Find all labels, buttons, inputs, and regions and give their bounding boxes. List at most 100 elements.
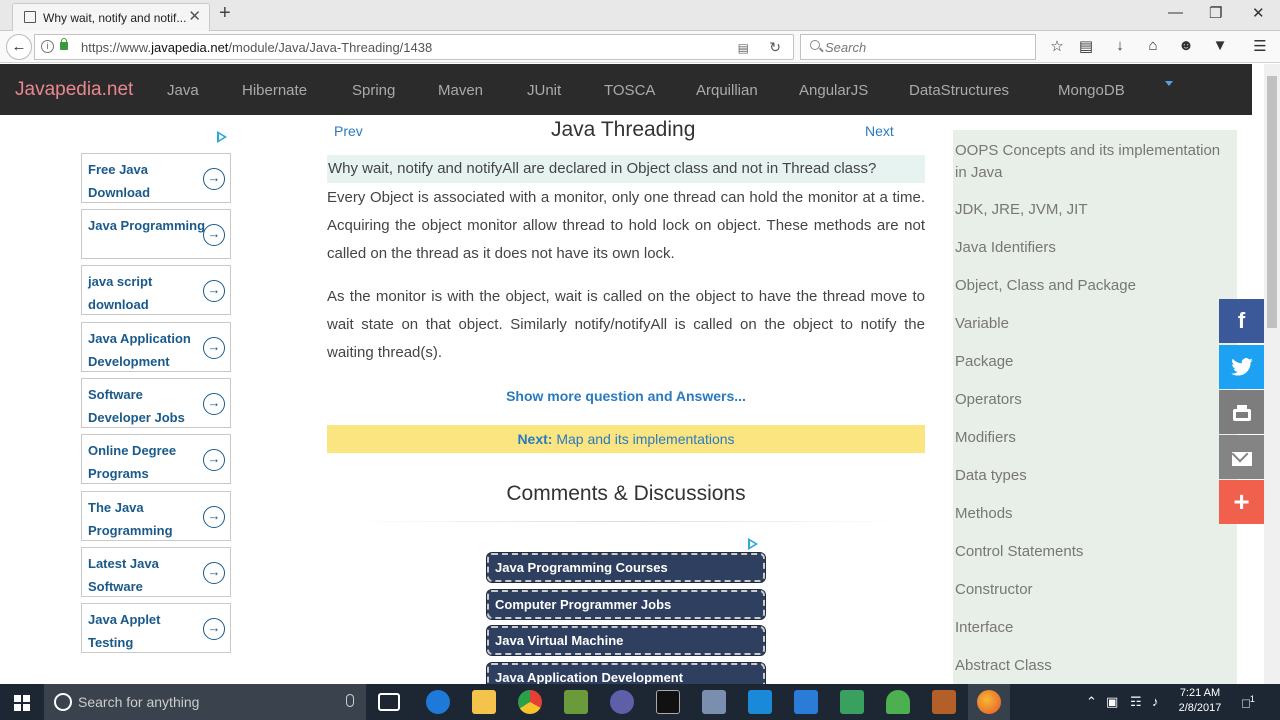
back-button[interactable]: ← [6, 34, 32, 60]
nav-java[interactable]: Java [167, 82, 199, 99]
url-bar[interactable]: i https://www.javapedia.net/module/Java/… [34, 34, 794, 60]
adchoices-icon[interactable] [217, 131, 227, 143]
power-icon[interactable]: ▣ [1106, 694, 1118, 710]
site-logo[interactable]: Javapedia.net [15, 79, 133, 101]
facebook-share-button[interactable]: f [1219, 299, 1264, 343]
chrome-icon[interactable] [518, 690, 542, 714]
eclipse-icon[interactable] [610, 690, 634, 714]
star-icon[interactable]: ☆ [1047, 37, 1067, 55]
message-app-icon[interactable] [748, 690, 772, 714]
ad-button[interactable]: Java Programming Courses [487, 553, 765, 582]
home-icon[interactable]: ⌂ [1143, 37, 1163, 54]
android-studio-icon[interactable] [886, 690, 910, 714]
next-topic-banner[interactable]: Next: Map and its implementations [327, 425, 925, 453]
more-share-button[interactable]: + [1219, 480, 1264, 524]
ad-link[interactable]: Free Java Download → [81, 153, 231, 203]
taskbar-search-placeholder: Search for anything [78, 694, 200, 710]
new-tab-button[interactable]: + [219, 2, 231, 25]
page-scrollbar[interactable] [1264, 64, 1280, 684]
ad-link[interactable]: Online Degree Programs → [81, 434, 231, 484]
ad-link[interactable]: Java Application Development → [81, 322, 231, 372]
taskbar-search[interactable]: Search for anything [44, 684, 366, 720]
pocket-icon[interactable]: ▼ [1210, 37, 1230, 54]
scrollbar-thumb[interactable] [1267, 76, 1277, 328]
sidebar-item[interactable]: Control Statements [955, 541, 1225, 563]
ad-link-text: Java Application Development [88, 331, 191, 369]
ad-button[interactable]: Computer Programmer Jobs [487, 590, 765, 619]
ad-link[interactable]: Java Applet Testing → [81, 603, 231, 653]
print-button[interactable] [1219, 390, 1264, 434]
ad-link-text: Latest Java Software [88, 556, 159, 594]
nav-tosca[interactable]: TOSCA [604, 82, 655, 99]
sidebar-item[interactable]: Constructor [955, 579, 1225, 601]
reader-view-icon[interactable]: ▤ [738, 41, 749, 55]
sidebar-item[interactable]: Interface [955, 617, 1225, 639]
app-icon[interactable] [564, 690, 588, 714]
game-app-icon[interactable] [932, 690, 956, 714]
volume-icon[interactable]: ♪ [1152, 694, 1159, 709]
ad-link[interactable]: Software Developer Jobs → [81, 378, 231, 428]
wifi-icon[interactable]: ☶ [1130, 694, 1142, 710]
vscode-icon[interactable] [794, 690, 818, 714]
task-view-icon[interactable] [378, 693, 400, 711]
close-window-button[interactable]: ✕ [1252, 4, 1265, 22]
download-icon[interactable]: ↓ [1110, 37, 1130, 54]
sidebar-item[interactable]: Object, Class and Package [955, 275, 1225, 297]
arrow-right-circle-icon: → [203, 224, 225, 246]
windows-start-icon[interactable] [14, 695, 30, 711]
file-explorer-icon[interactable] [472, 690, 496, 714]
network-app-icon[interactable] [702, 690, 726, 714]
sidebar-item[interactable]: OOPS Concepts and its implementation in … [955, 140, 1225, 184]
chat-icon[interactable]: ☻ [1176, 37, 1196, 54]
nav-mongodb[interactable]: MongoDB [1058, 82, 1125, 99]
command-prompt-icon[interactable] [656, 690, 680, 714]
sidebar-item[interactable]: Operators [955, 389, 1225, 411]
edge-icon[interactable] [426, 690, 450, 714]
nav-angularjs[interactable]: AngularJS [799, 82, 868, 99]
notifications-icon[interactable]: □1 [1242, 694, 1255, 710]
ad-link[interactable]: Java Programming → [81, 209, 231, 259]
clock[interactable]: 7:21 AM 2/8/2017 [1172, 686, 1228, 716]
nav-dropdown-caret-icon[interactable] [1165, 81, 1173, 86]
twitter-share-button[interactable] [1219, 345, 1264, 389]
nav-maven[interactable]: Maven [438, 82, 483, 99]
nav-junit[interactable]: JUnit [527, 82, 561, 99]
sidebar-item[interactable]: Package [955, 351, 1225, 373]
tab-active[interactable]: Why wait, notify and notif... ✕ [12, 3, 210, 31]
sidebar-item[interactable]: Abstract Class [955, 655, 1225, 677]
sidebar-item[interactable]: Methods [955, 503, 1225, 525]
ad-button[interactable]: Java Virtual Machine [487, 626, 765, 655]
ad-link[interactable]: java script download → [81, 265, 231, 315]
browser-window: Why wait, notify and notif... ✕ + — ❐ ✕ … [0, 0, 1280, 720]
info-icon[interactable]: i [41, 40, 54, 53]
sidebar-item[interactable]: Java Identifiers [955, 237, 1225, 259]
minimize-button[interactable]: — [1168, 4, 1183, 21]
nav-hibernate[interactable]: Hibernate [242, 82, 307, 99]
tab-close-icon[interactable]: ✕ [188, 7, 201, 25]
email-share-button[interactable] [1219, 435, 1264, 479]
nav-spring[interactable]: Spring [352, 82, 395, 99]
sidebar-item[interactable]: Data types [955, 465, 1225, 487]
reload-icon[interactable]: ↻ [769, 39, 781, 56]
show-more-link[interactable]: Show more question and Answers... [327, 388, 925, 404]
next-link[interactable]: Next [865, 123, 894, 139]
menu-icon[interactable]: ☰ [1250, 37, 1270, 55]
sidebar-item[interactable]: JDK, JRE, JVM, JIT [955, 199, 1225, 221]
reading-list-icon[interactable]: ▤ [1076, 37, 1096, 55]
ad-link[interactable]: The Java Programming → [81, 491, 231, 541]
microphone-icon[interactable] [346, 694, 354, 707]
firefox-icon[interactable] [977, 690, 1001, 714]
nav-arquillian[interactable]: Arquillian [696, 82, 758, 99]
sidebar-item[interactable]: Variable [955, 313, 1225, 335]
url-text[interactable]: https://www.javapedia.net/module/Java/Ja… [81, 40, 432, 55]
sidebar-item[interactable]: Modifiers [955, 427, 1225, 449]
adchoices-icon[interactable] [748, 538, 758, 550]
ad-link[interactable]: Latest Java Software → [81, 547, 231, 597]
maximize-button[interactable]: ❐ [1209, 4, 1222, 22]
prev-link[interactable]: Prev [334, 123, 363, 139]
nav-datastructures[interactable]: DataStructures [909, 82, 1009, 99]
chevron-up-icon[interactable]: ⌃ [1086, 694, 1097, 710]
search-bar[interactable]: Search [800, 34, 1036, 60]
next-topic-link[interactable]: Map and its implementations [556, 431, 734, 447]
photos-icon[interactable] [840, 690, 864, 714]
